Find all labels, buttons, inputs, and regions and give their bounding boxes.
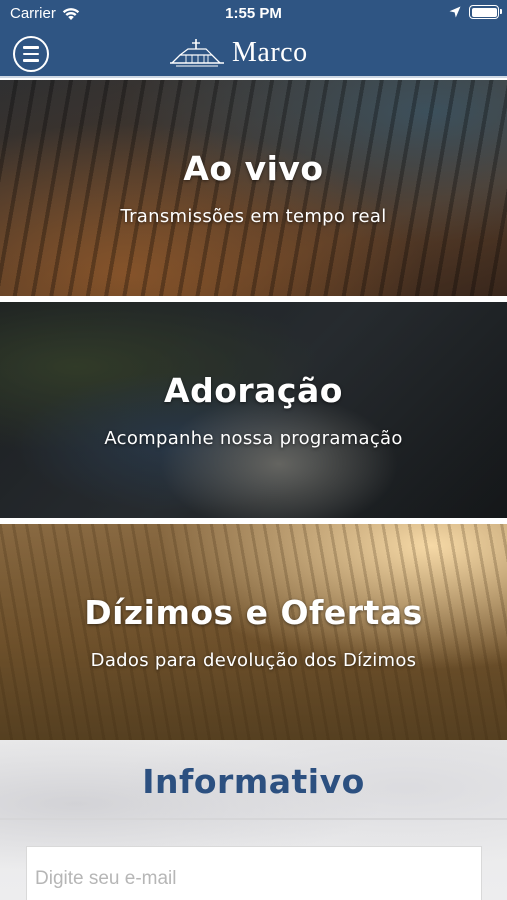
card-title: Dízimos e Ofertas	[84, 593, 423, 632]
menu-line	[23, 46, 39, 49]
live-card-image	[0, 80, 507, 296]
location-arrow-icon	[449, 6, 461, 18]
tithes-card[interactable]: Dízimos e Ofertas Dados para devolução d…	[0, 524, 507, 740]
tithes-card-image	[0, 524, 507, 740]
status-bar: Carrier 1:55 PM	[0, 0, 507, 28]
logo-text: Marco	[232, 37, 308, 68]
newsletter-title: Informativo	[142, 762, 365, 801]
status-time: 1:55 PM	[225, 5, 282, 22]
worship-card[interactable]: Adoração Acompanhe nossa programação	[0, 302, 507, 518]
card-title: Ao vivo	[183, 149, 324, 188]
card-title: Adoração	[164, 371, 343, 410]
card-subtitle: Transmissões em tempo real	[120, 206, 387, 227]
card-subtitle: Dados para devolução dos Dízimos	[90, 650, 417, 671]
nav-bar: Marco	[0, 28, 507, 78]
live-card[interactable]: Ao vivo Transmissões em tempo real	[0, 80, 507, 296]
worship-card-image	[0, 302, 507, 518]
card-subtitle: Acompanhe nossa programação	[104, 428, 403, 449]
email-field[interactable]	[26, 846, 482, 900]
battery-icon	[469, 5, 502, 19]
status-right	[449, 5, 502, 19]
menu-line	[23, 59, 39, 62]
app-logo: Marco	[168, 32, 308, 74]
church-logo-icon	[170, 39, 224, 67]
hamburger-menu-icon[interactable]	[13, 36, 49, 72]
battery-fill	[471, 7, 497, 17]
menu-line	[23, 52, 39, 56]
divider	[0, 818, 507, 820]
newsletter-section: Informativo	[0, 740, 507, 900]
